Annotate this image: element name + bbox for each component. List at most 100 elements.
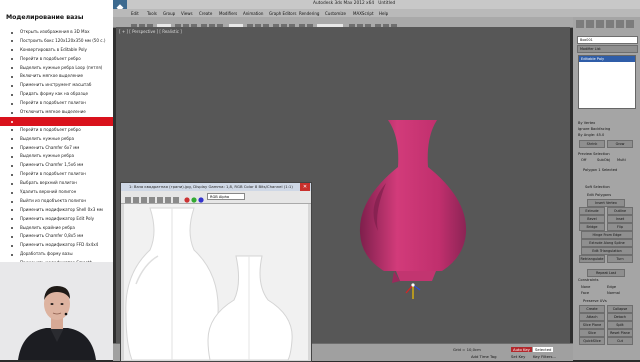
- lesson-step: Конвертировать в Editable Poly: [0, 46, 113, 55]
- shrink-button[interactable]: Shrink: [579, 140, 605, 148]
- slice-button[interactable]: Slice: [579, 329, 605, 337]
- edit-polygons-rollout[interactable]: Edit Polygons: [587, 193, 611, 197]
- extrude-along-spline-button[interactable]: Extrude Along Spline: [581, 239, 633, 247]
- split-checkbox[interactable]: Split: [607, 321, 633, 329]
- menu-graph-editors[interactable]: Graph Editors: [269, 11, 296, 16]
- menu-animation[interactable]: Animation: [243, 11, 263, 16]
- window-title: Autodesk 3ds Max 2012 x64 Untitled: [313, 1, 396, 6]
- outline-button[interactable]: Outline: [607, 207, 633, 215]
- title-bar: Autodesk 3ds Max 2012 x64 Untitled: [113, 0, 640, 9]
- channel-dropdown[interactable]: RGB Alpha: [207, 193, 245, 200]
- white-vases-image: [124, 204, 308, 360]
- detach-button[interactable]: Detach: [607, 313, 633, 321]
- modifier-stack-item[interactable]: Editable Poly: [579, 56, 635, 62]
- hinge-from-edge-button[interactable]: Hinge From Edge: [581, 231, 633, 239]
- auto-key-button[interactable]: Auto Key: [511, 347, 532, 352]
- bevel-button[interactable]: Bevel: [579, 215, 605, 223]
- lesson-step: Перейти в подобъект полигон: [0, 170, 113, 179]
- preview-off-radio[interactable]: Off: [581, 158, 586, 162]
- menu-edit[interactable]: Edit: [131, 11, 139, 16]
- bridge-button[interactable]: Bridge: [579, 223, 605, 231]
- menu-tools[interactable]: Tools: [147, 11, 157, 16]
- modifier-list-dropdown[interactable]: Modifier List: [577, 45, 638, 53]
- retriangulate-button[interactable]: Retriangulate: [579, 255, 605, 263]
- menu-customize[interactable]: Customize: [325, 11, 346, 16]
- reset-plane-button[interactable]: Reset Plane: [607, 329, 633, 337]
- repeat-last-button[interactable]: Repeat Last: [587, 269, 625, 277]
- add-time-tag[interactable]: Add Time Tag: [471, 354, 496, 359]
- lesson-step: Построить бокс 120x120x350 мм (50 с.): [0, 37, 113, 46]
- menu-bar: Edit Tools Group Views Create Modifiers …: [113, 9, 640, 17]
- reference-window-toolbar: RGB Alpha: [121, 191, 311, 204]
- preview-selection-label: Preview Selection: [578, 152, 610, 156]
- lesson-step: Выйти из подобъекта полигон: [0, 197, 113, 206]
- lesson-step: Выделить крайние ребра: [0, 224, 113, 233]
- viewport-label[interactable]: [ + ] [ Perspective ] [ Realistic ]: [119, 29, 182, 34]
- lesson-title: Моделирование вазы: [6, 14, 84, 21]
- insert-vertex-button[interactable]: Insert Vertex: [587, 199, 625, 207]
- lesson-step: Применить Chamfer 0,8x5 мм: [0, 232, 113, 241]
- selection-status: Polygon 1 Selected: [583, 168, 618, 172]
- reference-window-title[interactable]: 1: Ваза квадратная (грани).jpg, Display …: [121, 183, 311, 191]
- menu-group[interactable]: Group: [163, 11, 175, 16]
- collapse-button[interactable]: Collapse: [607, 305, 633, 313]
- reference-image-window[interactable]: 1: Ваза квадратная (грани).jpg, Display …: [120, 182, 312, 362]
- soft-selection-rollout[interactable]: Soft Selection: [585, 185, 610, 189]
- close-icon[interactable]: ✕: [300, 183, 310, 191]
- menu-create[interactable]: Create: [199, 11, 212, 16]
- lesson-step: Применить модификатор FFD 4x4x4: [0, 241, 113, 250]
- constraint-face-radio[interactable]: Face: [581, 291, 589, 295]
- ignore-backfacing-checkbox[interactable]: Ignore Backfacing: [578, 127, 610, 131]
- attach-button[interactable]: Attach: [579, 313, 605, 321]
- menu-help[interactable]: Help: [379, 11, 388, 16]
- cut-button[interactable]: Cut: [607, 337, 633, 345]
- selected-dropdown[interactable]: Selected: [533, 347, 554, 352]
- presenter-webcam: [0, 262, 113, 360]
- grow-button[interactable]: Grow: [607, 140, 633, 148]
- create-button[interactable]: Create: [579, 305, 605, 313]
- constraints-label: Constraints: [578, 278, 599, 282]
- lesson-step-current: [0, 116, 113, 126]
- lesson-steps: Открыть изображения в 3D Max Построить б…: [0, 28, 113, 268]
- menu-rendering[interactable]: Rendering: [299, 11, 319, 16]
- lesson-step: Выделить нужные ребра: [0, 152, 113, 161]
- lesson-step: Применить Chamfer 6x7 мм: [0, 144, 113, 153]
- lesson-step: Выделить нужные ребра: [0, 135, 113, 144]
- edit-triangulation-button[interactable]: Edit Triangulation: [581, 247, 633, 255]
- preview-subobj-radio[interactable]: SubObj: [597, 158, 610, 162]
- extrude-button[interactable]: Extrude: [579, 207, 605, 215]
- command-panel: Box001 Modifier List Editable Poly By Ve…: [573, 17, 640, 360]
- constraint-normal-radio[interactable]: Normal: [607, 291, 620, 295]
- quickslice-button[interactable]: QuickSlice: [579, 337, 605, 345]
- constraint-edge-radio[interactable]: Edge: [607, 285, 616, 289]
- lesson-step: Открыть изображения в 3D Max: [0, 28, 113, 37]
- grid-readout: Grid = 10,0cm: [453, 347, 481, 352]
- menu-views[interactable]: Views: [181, 11, 193, 16]
- preserve-uvs-checkbox[interactable]: Preserve UVs: [583, 299, 607, 303]
- inset-button[interactable]: Inset: [607, 215, 633, 223]
- lesson-step: Применить Chamfer 1,5x6 мм: [0, 161, 113, 170]
- flip-button[interactable]: Flip: [607, 223, 633, 231]
- reference-photo: [124, 204, 308, 360]
- lesson-step: Включить мягкое выделение: [0, 72, 113, 81]
- lesson-step: Применить модификатор Shell 0x3 мм: [0, 206, 113, 215]
- slice-plane-button[interactable]: Slice Plane: [579, 321, 605, 329]
- object-name-field[interactable]: Box001: [577, 36, 638, 44]
- lesson-step: Перейти в подобъект полигон: [0, 99, 113, 108]
- key-filters-button[interactable]: Key Filters...: [533, 354, 556, 359]
- lesson-step: Перейти в подобъект ребро: [0, 126, 113, 135]
- lesson-step: Выбрать верхний полигон: [0, 179, 113, 188]
- constraint-none-radio[interactable]: None: [581, 285, 590, 289]
- lesson-step: Удалить верхний полигон: [0, 188, 113, 197]
- lesson-step: Выделить нужные ребра Loop (петля): [0, 64, 113, 73]
- set-key-button[interactable]: Set Key: [511, 354, 525, 359]
- preview-multi-radio[interactable]: Multi: [617, 158, 626, 162]
- lesson-step: Применить модификатор Edit Poly: [0, 215, 113, 224]
- turn-button[interactable]: Turn: [607, 255, 633, 263]
- by-angle-field[interactable]: By Angle: 45.0: [578, 133, 604, 137]
- menu-modifiers[interactable]: Modifiers: [219, 11, 237, 16]
- command-panel-tabs[interactable]: [576, 20, 636, 28]
- by-vertex-checkbox[interactable]: By Vertex: [578, 121, 595, 125]
- modifier-stack[interactable]: Editable Poly: [578, 55, 636, 109]
- menu-maxscript[interactable]: MAXScript: [353, 11, 374, 16]
